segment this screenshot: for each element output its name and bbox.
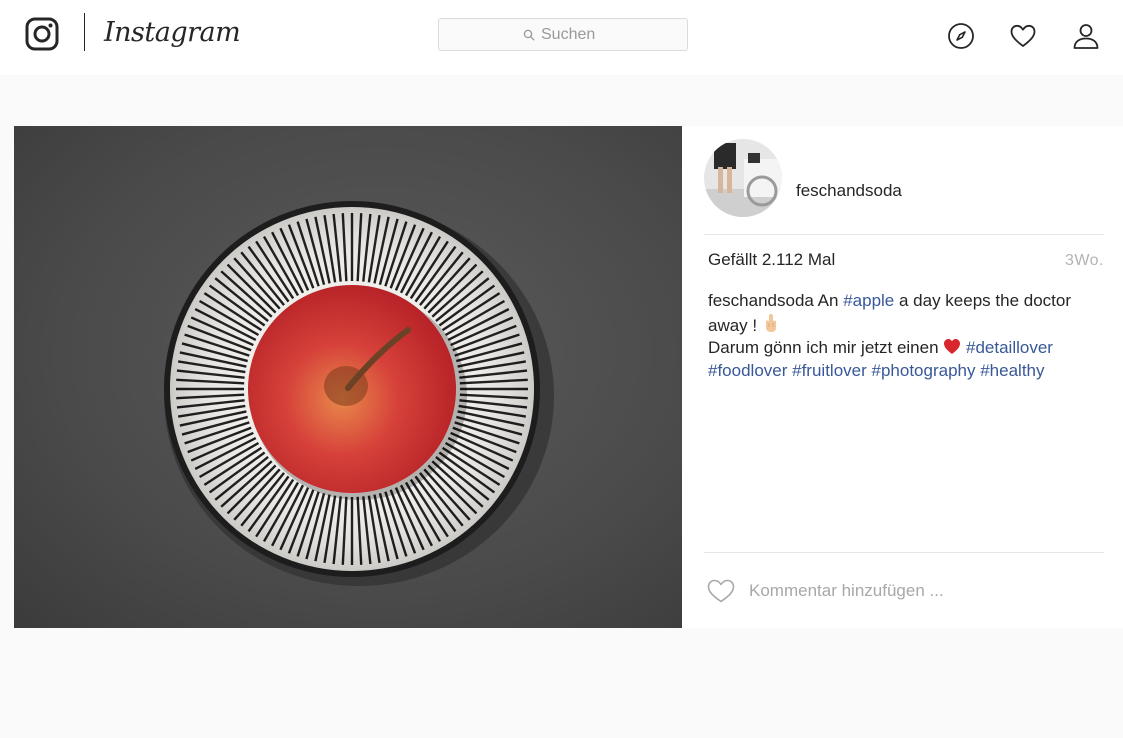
- post-header: feschandsoda: [704, 139, 1104, 217]
- profile-icon[interactable]: [1072, 22, 1100, 50]
- hashtag-foodlover[interactable]: #foodlover: [708, 361, 787, 380]
- search-box[interactable]: [438, 18, 688, 51]
- likes-count[interactable]: Gefällt 2.112 Mal: [708, 250, 835, 270]
- heart-icon[interactable]: [1009, 22, 1037, 50]
- logo-divider: [84, 13, 85, 51]
- post-card: feschandsoda Gefällt 2.112 Mal 3Wo. fesc…: [14, 126, 1123, 628]
- hashtag-detaillover[interactable]: #detaillover: [966, 338, 1053, 357]
- comment-input[interactable]: [749, 581, 1069, 601]
- compass-icon[interactable]: [947, 22, 975, 50]
- top-navigation-bar: Instagram: [0, 0, 1123, 75]
- caption-author[interactable]: feschandsoda: [708, 291, 814, 310]
- hashtag-fruitlover[interactable]: #fruitlover: [792, 361, 867, 380]
- hashtag-healthy[interactable]: #healthy: [980, 361, 1044, 380]
- comment-bar: [707, 576, 1107, 606]
- post-caption: feschandsoda An #apple a day keeps the d…: [708, 290, 1108, 382]
- post-sidebar: feschandsoda Gefällt 2.112 Mal 3Wo. fesc…: [682, 126, 1123, 628]
- post-age[interactable]: 3Wo.: [1065, 252, 1104, 270]
- post-photo[interactable]: [14, 126, 682, 628]
- instagram-camera-icon[interactable]: [25, 17, 59, 51]
- search-input[interactable]: [541, 25, 603, 44]
- apple-photo-icon: [14, 126, 682, 628]
- post-username[interactable]: feschandsoda: [796, 181, 902, 201]
- hashtag-apple[interactable]: #apple: [843, 291, 894, 310]
- avatar[interactable]: [704, 139, 782, 217]
- hashtag-photography[interactable]: #photography: [872, 361, 976, 380]
- heart-outline-icon[interactable]: [707, 578, 735, 604]
- divider: [704, 234, 1104, 235]
- red-heart-emoji-icon: [944, 339, 961, 354]
- caption-text: An: [817, 291, 839, 310]
- search-icon: [523, 29, 535, 40]
- divider: [704, 552, 1104, 553]
- avatar-photo-icon: [704, 139, 782, 217]
- instagram-wordmark[interactable]: Instagram: [104, 13, 241, 53]
- caption-text: Darum gönn ich mir jetzt einen: [708, 338, 939, 357]
- pointing-up-emoji-icon: [765, 313, 776, 332]
